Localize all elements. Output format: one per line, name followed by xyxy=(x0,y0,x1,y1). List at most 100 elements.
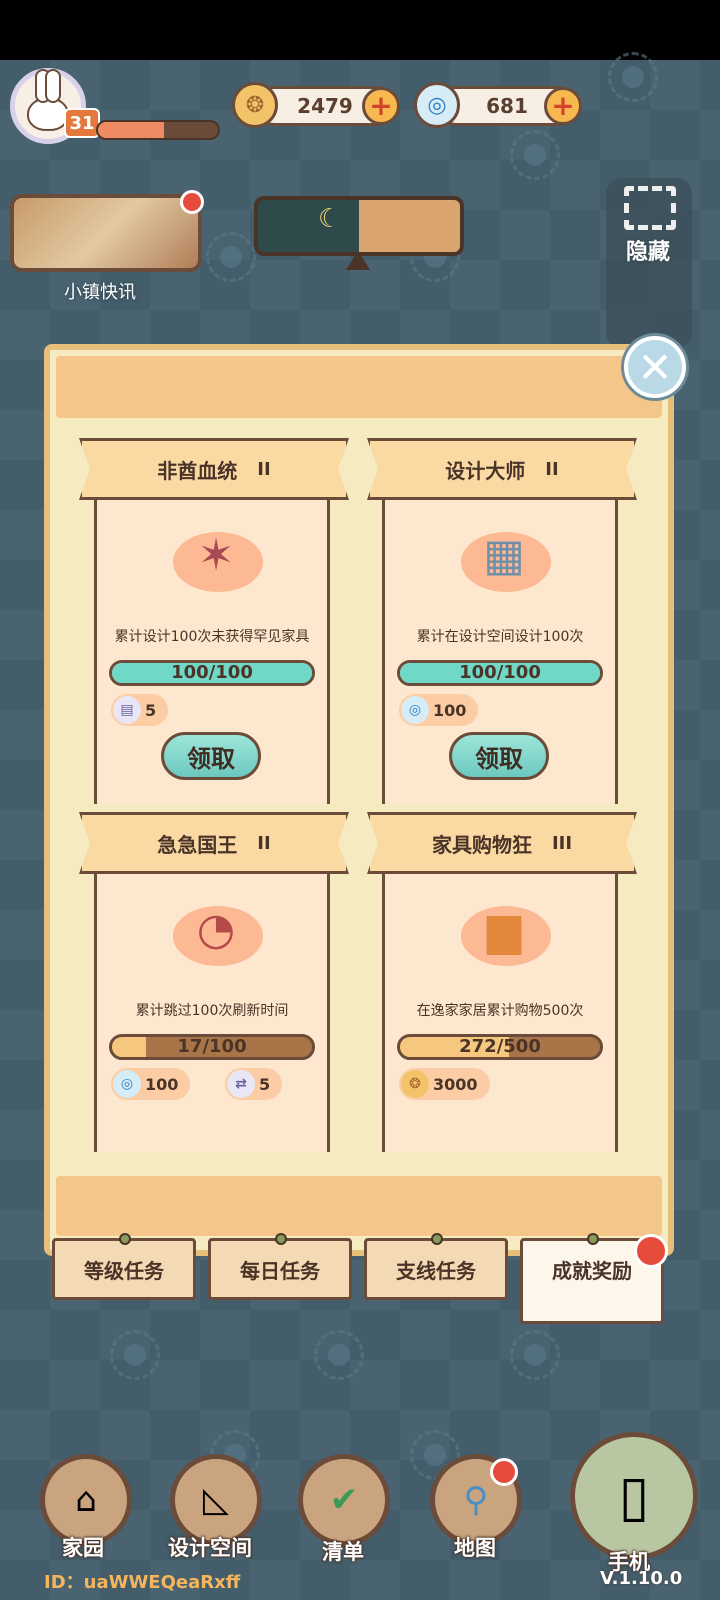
blueprint-scroll-icon: ▦ xyxy=(483,529,525,581)
reward-chip: ▤ 5 xyxy=(111,694,169,726)
pin-icon xyxy=(119,1233,131,1245)
progress-text: 100/100 xyxy=(459,662,541,683)
sun-decoration-icon xyxy=(510,1330,560,1380)
achievement-art: ▆ xyxy=(441,876,561,986)
status-bar xyxy=(0,0,720,60)
hide-ui-icon[interactable] xyxy=(624,186,676,230)
notification-dot xyxy=(180,190,204,214)
xp-bar xyxy=(96,120,220,140)
add-swirls-button[interactable]: + xyxy=(544,87,582,125)
achievement-progress-bar: 17/100 xyxy=(109,1034,315,1060)
achievement-art: ◔ xyxy=(153,876,273,986)
reward-chip: ❂ 3000 xyxy=(399,1068,490,1100)
sun-decoration-icon xyxy=(206,232,256,282)
achievement-tier: III xyxy=(551,832,573,854)
close-button[interactable]: ✕ xyxy=(624,336,686,398)
coin-icon: ❂ xyxy=(232,82,278,128)
sun-decoration-icon xyxy=(510,130,560,180)
town-news-card[interactable] xyxy=(10,194,202,272)
claim-button[interactable]: 领取 xyxy=(161,732,261,780)
achievement-progress-bar: 100/100 xyxy=(109,660,315,686)
map-label[interactable]: 地图 xyxy=(454,1532,496,1562)
reward-chip: ◎ 100 xyxy=(111,1068,191,1100)
level-badge: 31 xyxy=(64,108,100,138)
bunny-avatar-icon xyxy=(27,69,69,131)
pin-icon xyxy=(431,1233,443,1245)
achievement-card: 非酋血统 II ✶ 累计设计100次未获得罕见家具 100/100 ▤ 5 领取 xyxy=(79,438,349,804)
blue-swirl-icon: ◎ xyxy=(113,1070,141,1098)
achievement-description: 累计跳过100次刷新时间 xyxy=(135,1003,289,1019)
map-pin-icon: ⚲ xyxy=(463,1480,489,1520)
town-news-label: 小镇快讯 xyxy=(64,282,136,303)
pin-icon xyxy=(275,1233,287,1245)
sun-decoration-icon xyxy=(314,1330,364,1380)
achievement-title-banner: 家具购物狂 III xyxy=(367,812,637,874)
swirl-amount: 681 xyxy=(486,94,528,118)
checklist-button[interactable]: ✔ xyxy=(298,1454,390,1546)
achievement-title: 设计大师 xyxy=(445,458,526,483)
achievement-description: 累计在设计空间设计100次 xyxy=(416,629,584,645)
tab-label: 每日任务 xyxy=(240,1258,320,1283)
achievement-title: 非酋血统 xyxy=(157,458,238,483)
close-icon: ✕ xyxy=(637,342,673,392)
achievement-card: 家具购物狂 III ▆ 在逸家家居累计购物500次 272/500 ❂ 3000 xyxy=(367,812,637,1152)
coin-icon: ❂ xyxy=(401,1070,429,1098)
tab-label: 成就奖励 xyxy=(552,1258,632,1283)
reward-chip: ⇄ 5 xyxy=(225,1068,283,1100)
achievement-description: 在逸家家居累计购物500次 xyxy=(416,1003,584,1019)
moon-icon: ☾ xyxy=(318,204,342,234)
achievement-title-banner: 设计大师 II xyxy=(367,438,637,500)
achievement-tier: II xyxy=(257,458,271,480)
coin-amount: 2479 xyxy=(297,94,353,118)
hide-ui-label[interactable]: 隐藏 xyxy=(626,234,670,266)
notification-dot xyxy=(490,1458,518,1486)
progress-text: 272/500 xyxy=(459,1036,541,1057)
phone-icon: ▯ xyxy=(618,1463,650,1529)
phone-button[interactable]: ▯ xyxy=(570,1432,698,1560)
skip-clock-icon: ◔ xyxy=(196,903,236,955)
design-space-label[interactable]: 设计空间 xyxy=(168,1532,252,1562)
reward-chip: ◎ 100 xyxy=(399,694,479,726)
version-label: V.1.10.0 xyxy=(600,1568,683,1589)
claim-button[interactable]: 领取 xyxy=(449,732,549,780)
pin-icon xyxy=(587,1233,599,1245)
tab-level-tasks[interactable]: 等级任务 xyxy=(52,1233,196,1300)
achievement-progress-bar: 100/100 xyxy=(397,660,603,686)
achievements-modal: 非酋血统 II ✶ 累计设计100次未获得罕见家具 100/100 ▤ 5 领取… xyxy=(44,344,674,1256)
tab-side-tasks[interactable]: 支线任务 xyxy=(364,1233,508,1300)
xp-bar-fill xyxy=(98,122,164,138)
home-label[interactable]: 家园 xyxy=(62,1532,104,1562)
reward-value: 5 xyxy=(145,700,157,720)
reward-value: 100 xyxy=(433,700,467,720)
player-id: ID：uaWWEQeaRxff xyxy=(44,1572,241,1593)
achievement-title-banner: 急急国王 II xyxy=(79,812,349,874)
achievement-title: 家具购物狂 xyxy=(431,832,532,857)
tab-daily-tasks[interactable]: 每日任务 xyxy=(208,1233,352,1300)
achievement-card: 急急国王 II ◔ 累计跳过100次刷新时间 17/100 ◎ 100 ⇄ 5 xyxy=(79,812,349,1152)
blue-swirl-icon: ◎ xyxy=(414,82,460,128)
achievement-title: 急急国王 xyxy=(157,832,238,857)
progress-text: 17/100 xyxy=(177,1036,247,1057)
add-coins-button[interactable]: + xyxy=(362,87,400,125)
ruler-triangle-icon: ◺ xyxy=(202,1480,230,1520)
achievement-card: 设计大师 II ▦ 累计在设计空间设计100次 100/100 ◎ 100 领取 xyxy=(367,438,637,804)
achievement-art: ✶ xyxy=(153,502,273,612)
day-night-indicator xyxy=(254,196,464,256)
checkmark-icon: ✔ xyxy=(329,1480,359,1520)
reward-value: 5 xyxy=(259,1074,271,1094)
modal-footer xyxy=(56,1176,662,1236)
achievement-progress-bar: 272/500 xyxy=(397,1034,603,1060)
progress-text: 100/100 xyxy=(171,662,253,683)
tab-label: 等级任务 xyxy=(84,1258,164,1283)
achievement-tier: II xyxy=(257,832,271,854)
armchair-icon: ▆ xyxy=(487,903,521,955)
achievement-tier: II xyxy=(545,458,559,480)
reward-value: 3000 xyxy=(433,1074,478,1094)
blueprint-ticket-icon: ▤ xyxy=(113,696,141,724)
modal-header xyxy=(56,356,662,418)
blue-swirl-icon: ◎ xyxy=(401,696,429,724)
achievement-title-banner: 非酋血统 II xyxy=(79,438,349,500)
sun-decoration-icon xyxy=(608,52,658,102)
achievement-art: ▦ xyxy=(441,502,561,612)
checklist-label[interactable]: 清单 xyxy=(322,1536,364,1566)
